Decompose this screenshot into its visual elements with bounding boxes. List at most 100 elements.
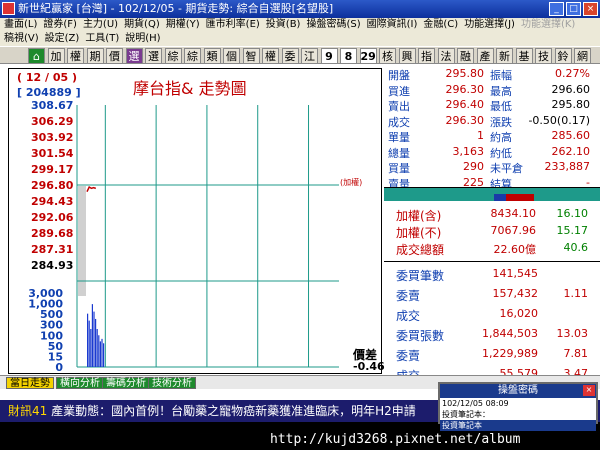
toolbar-button[interactable]: 新 bbox=[496, 48, 513, 64]
quote-label: 買量 bbox=[388, 162, 410, 175]
popup-title: 操盤密碼 bbox=[440, 384, 596, 398]
order-label: 成交 bbox=[396, 309, 421, 323]
order-value: 1,229,989 bbox=[482, 347, 538, 360]
minimize-button[interactable]: _ bbox=[549, 2, 564, 16]
app-icon bbox=[2, 2, 15, 15]
menu-item[interactable]: 工具(T) bbox=[81, 32, 121, 46]
toolbar-button[interactable]: 融 bbox=[457, 48, 474, 64]
toolbar-button[interactable]: 基 bbox=[515, 48, 533, 64]
toolbar-button[interactable]: 法 bbox=[437, 48, 455, 64]
menu-item[interactable]: 設定(Z) bbox=[41, 32, 82, 46]
index-change: 15.17 bbox=[556, 224, 589, 237]
price-tick-label: 292.06 bbox=[31, 211, 74, 224]
toolbar-button[interactable]: 核 bbox=[379, 48, 396, 64]
volume-bar bbox=[88, 320, 90, 367]
quote-label: 開盤 bbox=[388, 69, 410, 82]
quote-value: 296.30 bbox=[445, 113, 485, 127]
chart-note: (加權) bbox=[340, 178, 363, 187]
close-button[interactable]: × bbox=[583, 2, 598, 16]
tab-1[interactable]: 當日走勢 bbox=[6, 377, 54, 389]
menu-item[interactable]: 期權(Y) bbox=[162, 18, 202, 32]
price-series-line bbox=[86, 185, 97, 193]
toolbar-button[interactable]: 價 bbox=[106, 48, 123, 64]
menu-item[interactable]: 功能選擇(K) bbox=[517, 18, 577, 32]
toolbar-button[interactable]: 加 bbox=[47, 48, 65, 64]
volume-ratio-bar bbox=[384, 187, 600, 201]
chart-title: 摩台指& 走勢圖 bbox=[133, 79, 247, 98]
toolbar-button[interactable]: 選 bbox=[145, 48, 162, 64]
menu-item[interactable]: 操盤密碼(S) bbox=[302, 18, 362, 32]
order-value: 157,432 bbox=[492, 287, 539, 300]
popup-date: 102/12/05 08:09 bbox=[442, 399, 509, 408]
maximize-button[interactable]: □ bbox=[566, 2, 581, 16]
menu-item[interactable]: 功能選擇(J) bbox=[460, 18, 517, 32]
toolbar-button[interactable]: 江 bbox=[301, 48, 318, 64]
home-icon-button[interactable]: ⌂ bbox=[28, 48, 45, 64]
menu-item[interactable]: 投資(B) bbox=[262, 18, 303, 32]
tab-3[interactable]: 籌碼分析 bbox=[102, 377, 150, 389]
toolbar-button[interactable]: 選 bbox=[125, 48, 143, 64]
title-bar[interactable]: 新世紀贏家 [台灣] - 102/12/05 - 期貨走勢: 綜合自選股[名望股… bbox=[0, 0, 600, 18]
chart-total-volume: [ 204889 ] bbox=[17, 86, 81, 99]
order-value: 1,844,503 bbox=[482, 327, 538, 340]
price-tick-label: 306.29 bbox=[31, 115, 73, 128]
popup-close-icon[interactable]: × bbox=[583, 385, 595, 396]
menu-item[interactable]: 國際資訊(I) bbox=[363, 18, 420, 32]
toolbar-button[interactable]: 權 bbox=[67, 48, 84, 64]
quote-value: 295.80 bbox=[551, 98, 591, 111]
strategy-popup[interactable]: 操盤密碼 × 102/12/05 08:09 投資筆記本： 投資筆記本 bbox=[438, 382, 598, 431]
toolbar-button[interactable]: 期 bbox=[86, 48, 104, 64]
order-label: 委買筆數 bbox=[396, 269, 445, 283]
toolbar-button[interactable]: 綜 bbox=[184, 48, 201, 64]
toolbar-button[interactable]: 權 bbox=[262, 48, 279, 64]
volume-tick-label: 0 bbox=[55, 361, 63, 374]
price-tick-label: 303.92 bbox=[31, 131, 73, 144]
toolbar-button[interactable]: 網 bbox=[574, 48, 591, 64]
toolbar-button[interactable]: 技 bbox=[535, 48, 552, 64]
panel-divider bbox=[384, 261, 600, 262]
toolbar-button[interactable]: 興 bbox=[398, 48, 416, 64]
toolbar-button[interactable]: 綜 bbox=[164, 48, 182, 64]
toolbar-button[interactable]: 8 bbox=[340, 48, 357, 64]
quote-label: 約高 bbox=[490, 131, 512, 144]
morning-band bbox=[78, 186, 86, 296]
toolbar-button[interactable]: 智 bbox=[242, 48, 260, 64]
quote-value: 0.27% bbox=[555, 67, 590, 80]
quote-value: 295.80 bbox=[445, 67, 485, 80]
quote-value: 262.10 bbox=[551, 144, 591, 158]
menu-item[interactable]: 畫面(L) bbox=[0, 18, 39, 32]
toolbar-button[interactable]: 9 bbox=[320, 48, 338, 64]
window-title: 新世紀贏家 [台灣] - 102/12/05 - 期貨走勢: 綜合自選股[名望股… bbox=[18, 2, 334, 15]
tab-4[interactable]: 技術分析 bbox=[148, 377, 196, 389]
price-tick-label: 308.67 bbox=[31, 99, 73, 112]
tab-2[interactable]: 橫向分析 bbox=[56, 377, 104, 389]
menu-item[interactable]: 主力(U) bbox=[79, 18, 120, 32]
toolbar-button[interactable]: 29 bbox=[359, 48, 377, 64]
order-label: 委賣 bbox=[396, 349, 421, 363]
popup-line-2: 投資筆記本 bbox=[440, 420, 596, 431]
quick-toolbar: ⌂ 加權期價選選綜綜類個智權委江 9 8 29 核興指法融產新基技鈴網 bbox=[0, 46, 600, 64]
toolbar-button[interactable]: 指 bbox=[418, 48, 435, 64]
menu-item[interactable]: 匯市利率(E) bbox=[202, 18, 262, 32]
quote-label: 振幅 bbox=[490, 69, 512, 82]
quote-value: 3,163 bbox=[452, 144, 485, 158]
menu-item[interactable]: 稿視(V) bbox=[0, 32, 41, 46]
menu-item[interactable]: 期貨(Q) bbox=[120, 18, 162, 32]
toolbar-button[interactable]: 個 bbox=[223, 48, 240, 64]
index-value: 22.60億 bbox=[493, 243, 537, 256]
quote-label: 最高 bbox=[490, 84, 512, 98]
quote-value: 290 bbox=[463, 160, 484, 173]
toolbar-button[interactable]: 委 bbox=[281, 48, 299, 64]
menu-item[interactable]: 證券(F) bbox=[39, 18, 79, 32]
toolbar-button[interactable]: 類 bbox=[203, 48, 221, 64]
volume-ratio-marker bbox=[494, 194, 506, 201]
toolbar-button[interactable]: 鈴 bbox=[554, 48, 572, 64]
menu-item[interactable]: 說明(H) bbox=[121, 32, 162, 46]
order-ratio: 1.11 bbox=[563, 287, 589, 300]
menu-item[interactable]: 金融(C) bbox=[419, 18, 460, 32]
quote-label: 成交 bbox=[388, 115, 410, 129]
volume-bar bbox=[99, 341, 101, 367]
toolbar-button[interactable]: 產 bbox=[476, 48, 494, 64]
volume-bar bbox=[96, 329, 98, 367]
order-value: 16,020 bbox=[499, 307, 539, 320]
